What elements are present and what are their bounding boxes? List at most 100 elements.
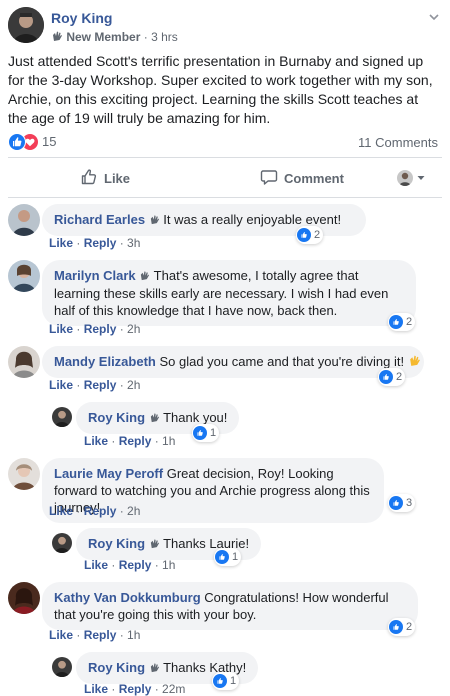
wave-hand-icon [149, 410, 160, 427]
comment-reply-link[interactable]: Reply [119, 558, 152, 572]
like-reaction-icon [389, 620, 403, 634]
comment-bubble: Mandy Elizabeth So glad you came and tha… [42, 346, 424, 379]
comment-actions: Like · Reply · 2h [49, 378, 141, 392]
comment-reply: Roy King Thank you! 1 Like · Reply · 1h [52, 402, 442, 448]
commenter-avatar[interactable] [8, 260, 40, 292]
comment-reply-link[interactable]: Reply [84, 378, 117, 392]
author-avatar[interactable] [8, 7, 44, 43]
like-reaction-icon [297, 228, 311, 242]
comment-button-label: Comment [284, 170, 344, 186]
comment-reply-link[interactable]: Reply [84, 236, 117, 250]
commenter-name[interactable]: Richard Earles [54, 212, 145, 227]
reaction-count: 15 [42, 134, 57, 149]
comment-actions: Like · Reply · 2h [49, 322, 141, 336]
comment-reply-link[interactable]: Reply [84, 322, 117, 336]
comment-actions: Like · Reply · 1h [84, 558, 176, 572]
comment-bubble: Kathy Van Dokkumburg Congratulations! Ho… [42, 582, 418, 630]
like-reaction-icon [215, 550, 229, 564]
comment-time[interactable]: 1h [127, 628, 140, 642]
commenter-avatar[interactable] [8, 582, 40, 614]
comment-reply: Roy King Thanks Laurie! 1 Like · Reply ·… [52, 528, 442, 574]
comment-actions: Like · Reply · 2h [49, 504, 141, 518]
comment-reply-link[interactable]: Reply [119, 682, 152, 696]
comment: Laurie May Peroff Great decision, Roy! L… [8, 458, 442, 523]
divider [8, 197, 442, 198]
comment-like-link[interactable]: Like [84, 434, 108, 448]
comment-time[interactable]: 2h [127, 504, 140, 518]
speech-bubble-icon [260, 168, 284, 189]
like-reaction-icon [213, 674, 227, 688]
like-reaction-icon [389, 496, 403, 510]
comment-like-count[interactable]: 1 [212, 672, 240, 690]
comment-time[interactable]: 1h [162, 558, 175, 572]
post-header: Roy King New Member · 3 hrs [0, 0, 450, 50]
post-action-bar: Like Comment [0, 163, 450, 193]
like-reaction-icon [8, 133, 26, 151]
post-time[interactable]: 3 hrs [151, 30, 178, 44]
comment-reply-link[interactable]: Reply [84, 504, 117, 518]
comment-like-count[interactable]: 2 [378, 368, 406, 386]
comment-like-link[interactable]: Like [49, 322, 73, 336]
caret-down-icon [416, 171, 432, 186]
comment-time[interactable]: 2h [127, 378, 140, 392]
commenter-name[interactable]: Roy King [88, 536, 145, 551]
comment-like-count[interactable]: 1 [214, 548, 242, 566]
like-reaction-icon [193, 426, 207, 440]
commenter-avatar[interactable] [8, 346, 40, 378]
commenter-name[interactable]: Mandy Elizabeth [54, 354, 156, 369]
comment-like-count[interactable]: 2 [296, 226, 324, 244]
comment-like-link[interactable]: Like [84, 682, 108, 696]
thumbs-up-icon [80, 168, 104, 189]
like-button[interactable]: Like [80, 163, 130, 193]
comment-like-count[interactable]: 1 [192, 424, 220, 442]
wave-hand-icon [149, 536, 160, 553]
wave-hand-icon [51, 30, 63, 45]
comment-time[interactable]: 2h [127, 322, 140, 336]
like-reaction-icon [389, 315, 403, 329]
comment-like-count[interactable]: 3 [388, 494, 416, 512]
comment-time[interactable]: 22m [162, 682, 185, 696]
comment-reply-link[interactable]: Reply [119, 434, 152, 448]
comment-reply: Roy King Thanks Kathy! 1 Like · Reply · … [52, 652, 442, 696]
comment-like-link[interactable]: Like [49, 236, 73, 250]
commenter-name[interactable]: Roy King [88, 410, 145, 425]
comment-time[interactable]: 3h [127, 236, 140, 250]
comment-like-count[interactable]: 2 [388, 618, 416, 636]
comments-count-link[interactable]: 11 Comments [358, 135, 438, 150]
comment-like-link[interactable]: Like [84, 558, 108, 572]
comment-actions: Like · Reply · 1h [84, 434, 176, 448]
audience-selector[interactable] [397, 163, 432, 193]
commenter-avatar[interactable] [8, 458, 40, 490]
commenter-avatar[interactable] [52, 407, 72, 427]
comment: Kathy Van Dokkumburg Congratulations! Ho… [8, 582, 442, 644]
comment-time[interactable]: 1h [162, 434, 175, 448]
user-avatar [397, 170, 413, 186]
commenter-name[interactable]: Kathy Van Dokkumburg [54, 590, 201, 605]
comment-like-link[interactable]: Like [49, 628, 73, 642]
comment-like-link[interactable]: Like [49, 378, 73, 392]
commenter-avatar[interactable] [52, 533, 72, 553]
comment-reply-link[interactable]: Reply [84, 628, 117, 642]
chevron-down-icon[interactable] [428, 10, 440, 22]
like-reaction-icon [379, 370, 393, 384]
divider [8, 157, 442, 158]
post-body-text: Just attended Scott's terrific presentat… [8, 53, 433, 126]
comment-actions: Like · Reply · 3h [49, 236, 141, 250]
comment-text: Thank you! [163, 410, 228, 425]
comment-actions: Like · Reply · 22m [84, 682, 186, 696]
commenter-name[interactable]: Roy King [88, 660, 145, 675]
wave-hand-icon [149, 660, 160, 677]
comment-actions: Like · Reply · 1h [49, 628, 141, 642]
commenter-avatar[interactable] [52, 657, 72, 677]
clapping-hands-icon [408, 354, 421, 371]
member-badge: New Member [66, 30, 141, 44]
comment-like-link[interactable]: Like [49, 504, 73, 518]
comment-button[interactable]: Comment [260, 163, 344, 193]
commenter-name[interactable]: Laurie May Peroff [54, 466, 163, 481]
commenter-avatar[interactable] [8, 204, 40, 236]
wave-hand-icon [139, 268, 150, 285]
commenter-name[interactable]: Marilyn Clark [54, 268, 136, 283]
comment: Marilyn Clark That's awesome, I totally … [8, 260, 442, 338]
comment-like-count[interactable]: 2 [388, 313, 416, 331]
post-author-name[interactable]: Roy King [51, 10, 112, 26]
